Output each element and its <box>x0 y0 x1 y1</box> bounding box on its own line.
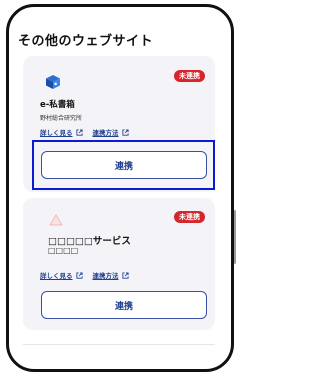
service-links: 詳しく見る 連携方法 <box>40 270 129 280</box>
service-provider: 野村総合研究所 <box>40 115 83 122</box>
service-name: e-私書箱 <box>40 100 75 110</box>
status-badge: 未連携 <box>174 211 205 223</box>
external-link-icon <box>75 271 83 279</box>
focus-highlight <box>32 140 215 190</box>
status-badge: 未連携 <box>174 70 205 82</box>
howto-link[interactable]: 連携方法 <box>93 127 129 137</box>
section-heading: その他のウェブサイト <box>18 34 154 49</box>
service-links: 詳しく見る 連携方法 <box>40 127 129 137</box>
howto-link[interactable]: 連携方法 <box>93 270 129 280</box>
app-logo-icon <box>46 75 60 89</box>
warning-triangle-icon <box>49 214 63 226</box>
details-link[interactable]: 詳しく見る <box>40 127 83 137</box>
service-provider: □□□□ <box>48 246 79 255</box>
scrollbar[interactable] <box>234 210 236 264</box>
connect-button[interactable]: 連携 <box>41 291 207 319</box>
service-name: □□□□□サービス <box>48 236 131 247</box>
external-link-icon <box>121 128 129 136</box>
external-link-icon <box>75 128 83 136</box>
divider <box>23 344 215 345</box>
external-link-icon <box>121 271 129 279</box>
details-link[interactable]: 詳しく見る <box>40 270 83 280</box>
